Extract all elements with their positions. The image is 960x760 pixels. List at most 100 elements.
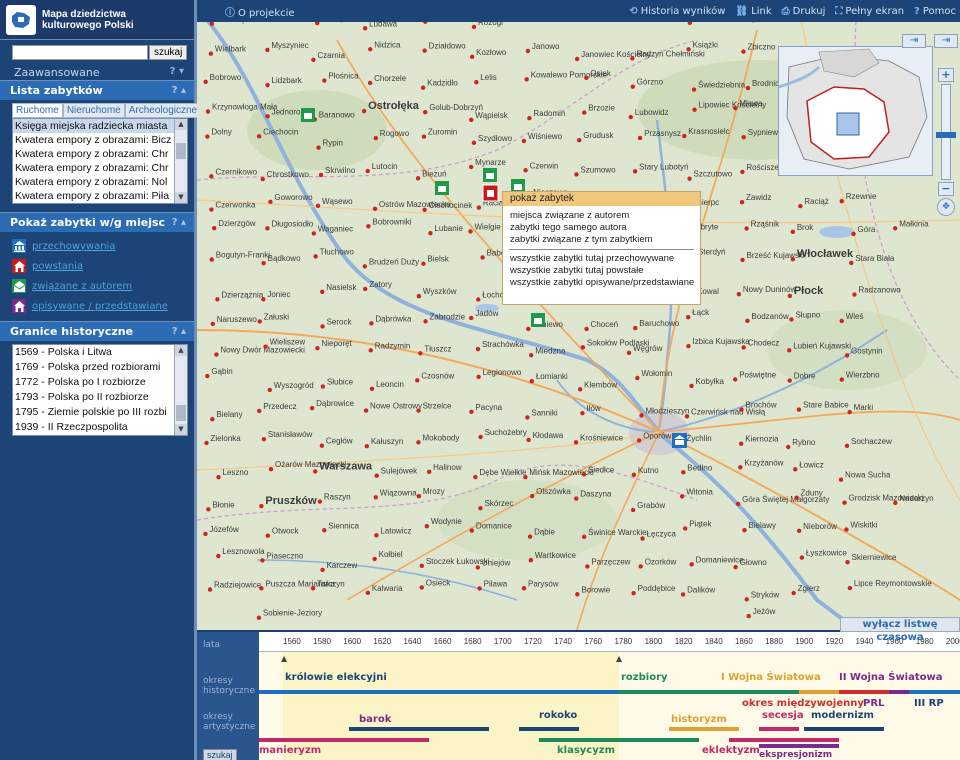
map-marker-author[interactable]	[483, 168, 497, 182]
town-dot[interactable]	[422, 48, 427, 53]
town-dot[interactable]	[574, 172, 579, 177]
town-dot[interactable]	[265, 82, 270, 88]
town-dot[interactable]	[469, 409, 474, 414]
advanced-search-link[interactable]: Zaawansowane	[14, 66, 100, 80]
town-dot[interactable]	[631, 590, 636, 596]
town-dot[interactable]	[205, 109, 211, 114]
list-item[interactable]: 1793 - Polska po II rozbiorze	[13, 390, 187, 405]
town-dot[interactable]	[580, 345, 586, 350]
town-dot[interactable]	[209, 257, 214, 262]
list-item[interactable]: 1569 - Polska i Litwa	[13, 345, 187, 360]
town-dot[interactable]	[680, 592, 686, 597]
overview-minimap[interactable]	[778, 46, 933, 176]
town-dot[interactable]	[849, 260, 854, 266]
list-scrollbar[interactable]: ▲ ▼	[174, 119, 187, 203]
town-dot[interactable]	[320, 324, 325, 329]
town-dot[interactable]	[475, 565, 481, 570]
town-dot[interactable]	[744, 597, 749, 602]
town-dot[interactable]	[796, 407, 802, 412]
town-dot[interactable]	[320, 289, 325, 294]
town-dot[interactable]	[526, 437, 531, 443]
about-project-link[interactable]: ⓘ O projekcie	[225, 4, 295, 19]
town-dot[interactable]	[423, 319, 428, 324]
town-dot[interactable]	[316, 145, 321, 150]
town-dot[interactable]	[630, 84, 635, 89]
town-dot[interactable]	[216, 474, 221, 480]
town-dot[interactable]	[574, 496, 579, 501]
town-dot[interactable]	[636, 438, 642, 443]
town-dot[interactable]	[790, 229, 796, 235]
town-dot[interactable]	[469, 117, 474, 123]
period-label[interactable]: rokoko	[539, 710, 577, 721]
town-dot[interactable]	[626, 350, 632, 356]
town-dot[interactable]	[852, 292, 857, 297]
town-dot[interactable]	[469, 528, 475, 533]
town-dot[interactable]	[374, 473, 379, 478]
town-dot[interactable]	[210, 321, 215, 327]
context-menu-item[interactable]: miejsca związane z autorem	[503, 210, 700, 222]
town-dot[interactable]	[681, 470, 686, 475]
town-dot[interactable]	[366, 224, 371, 229]
period-label[interactable]: okres międzywojenny	[742, 698, 864, 709]
town-dot[interactable]	[798, 203, 803, 209]
town-dot[interactable]	[311, 231, 317, 236]
town-dot[interactable]	[527, 534, 533, 539]
town-dot[interactable]	[745, 318, 750, 324]
town-dot[interactable]	[309, 405, 315, 411]
town-dot[interactable]	[261, 436, 267, 442]
period-label[interactable]: modernizm	[811, 710, 874, 721]
map-marker-creation[interactable]	[482, 184, 499, 202]
town-dot[interactable]	[256, 615, 262, 620]
town-dot[interactable]	[478, 434, 483, 440]
map-marker-author[interactable]	[301, 108, 315, 122]
town-dot[interactable]	[373, 135, 379, 141]
results-history-button[interactable]: ⟲ Historia wyników	[629, 6, 725, 17]
town-dot[interactable]	[790, 257, 796, 262]
town-dot[interactable]	[686, 343, 691, 349]
search-button[interactable]: szukaj	[149, 45, 188, 60]
town-dot[interactable]	[523, 474, 528, 480]
town-dot[interactable]	[733, 105, 738, 111]
zoom-collapse-icon[interactable]: ⇥	[934, 34, 958, 48]
town-dot[interactable]	[426, 469, 432, 474]
town-dot[interactable]	[524, 77, 529, 82]
town-dot[interactable]	[746, 613, 751, 619]
town-dot[interactable]	[741, 135, 746, 140]
town-dot[interactable]	[424, 524, 430, 529]
timeline-track[interactable]: 1560 1580 1600 1620 1640 1660 1680 1700 1720 1740…	[259, 632, 960, 760]
town-dot[interactable]	[322, 78, 327, 83]
town-dot[interactable]	[212, 225, 217, 231]
town-dot[interactable]	[577, 387, 583, 392]
scroll-thumb[interactable]	[176, 143, 186, 159]
town-dot[interactable]	[744, 226, 749, 231]
town-dot[interactable]	[423, 109, 428, 115]
scroll-up-icon[interactable]: ▲	[175, 119, 187, 130]
town-dot[interactable]	[733, 564, 738, 570]
town-dot[interactable]	[367, 80, 373, 86]
town-dot[interactable]	[215, 297, 220, 302]
list-item[interactable]: Kwatera empory z obrazami: Piła	[13, 189, 187, 203]
town-dot[interactable]	[369, 321, 374, 326]
town-dot[interactable]	[796, 528, 802, 533]
town-dot[interactable]	[838, 477, 844, 482]
town-dot[interactable]	[741, 345, 746, 350]
town-dot[interactable]	[740, 169, 745, 175]
range-start-handle[interactable]: ▲	[281, 654, 287, 663]
town-dot[interactable]	[372, 206, 378, 212]
town-dot[interactable]	[575, 592, 580, 597]
print-button[interactable]: ⎙ Drukuj	[782, 6, 826, 17]
town-dot[interactable]	[638, 564, 643, 569]
town-dot[interactable]	[478, 505, 483, 511]
zoom-slider-thumb[interactable]	[936, 132, 956, 138]
place-option-depicted[interactable]: opisywane / przedstawiane	[12, 296, 194, 316]
town-dot[interactable]	[893, 500, 898, 506]
town-dot[interactable]	[209, 207, 214, 212]
town-dot[interactable]	[207, 587, 213, 592]
town-dot[interactable]	[317, 499, 323, 504]
town-dot[interactable]	[265, 533, 271, 538]
help-button[interactable]: ? Pomoc	[914, 6, 956, 17]
town-dot[interactable]	[692, 107, 697, 112]
town-dot[interactable]	[528, 557, 534, 563]
town-dot[interactable]	[418, 351, 423, 356]
town-dot[interactable]	[362, 26, 368, 31]
